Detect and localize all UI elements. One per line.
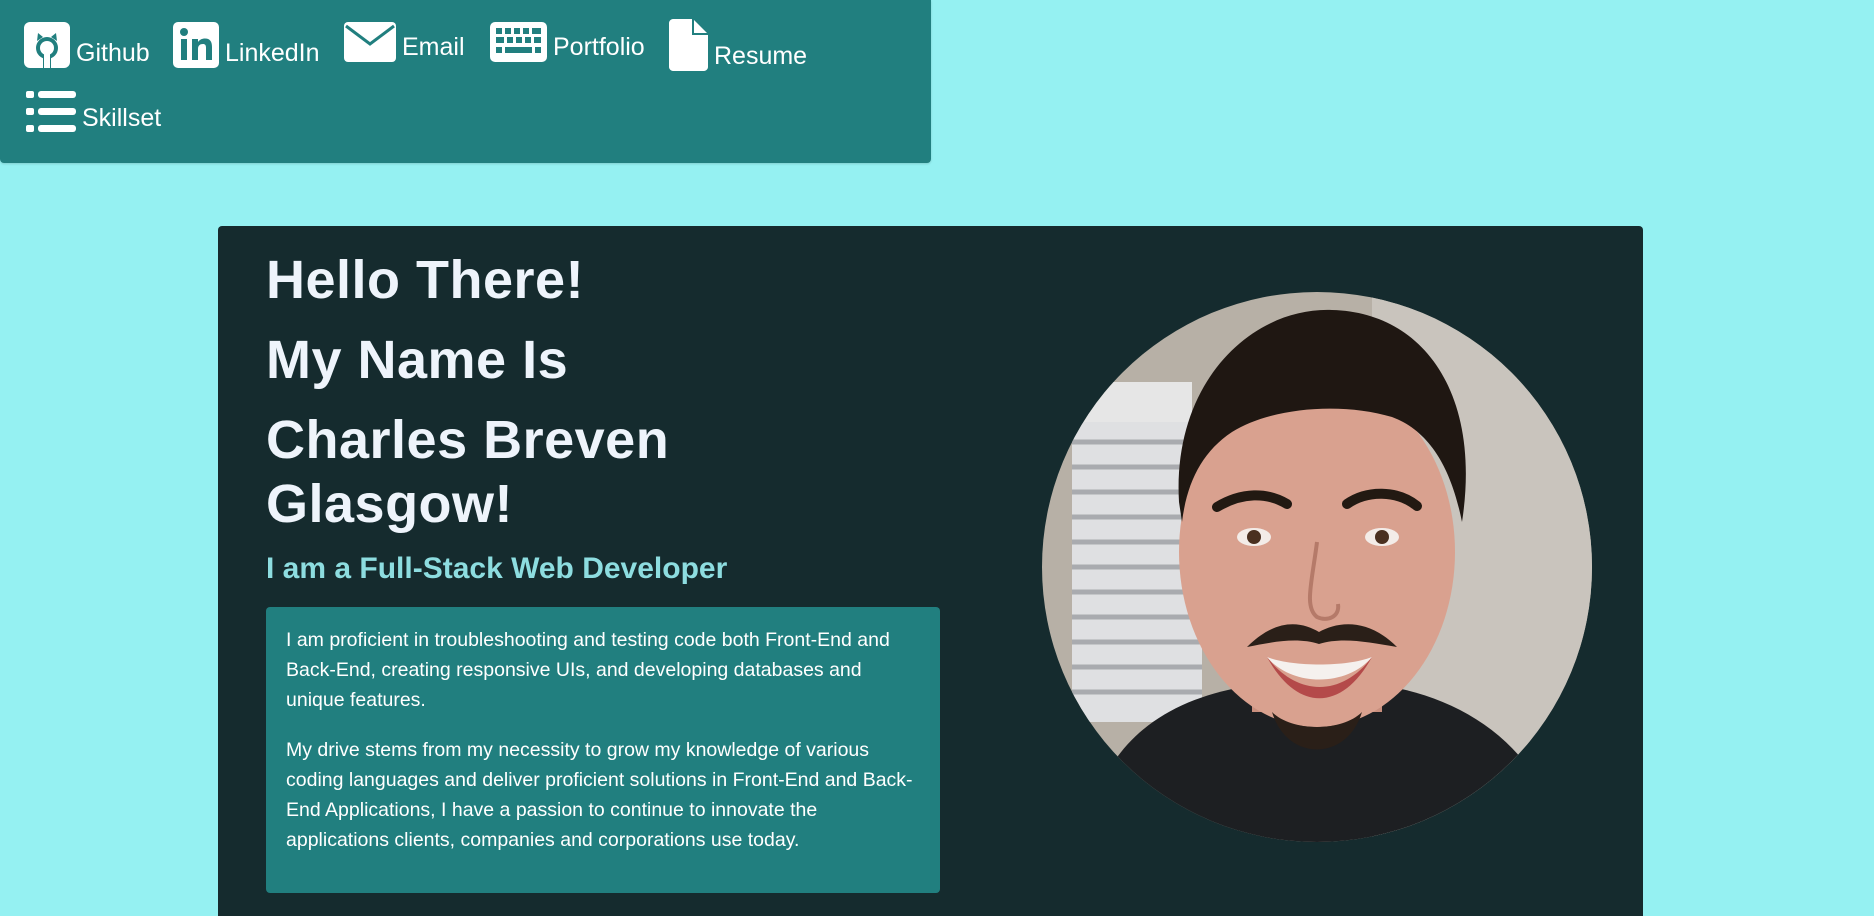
tagline: I am a Full-Stack Web Developer (266, 552, 728, 585)
list-icon (26, 91, 76, 133)
nav-link-github[interactable]: Github (24, 22, 150, 68)
nav-link-label: Skillset (82, 104, 162, 132)
github-icon (24, 22, 70, 68)
profile-photo (1042, 292, 1592, 842)
nav-link-email[interactable]: Email (344, 22, 465, 62)
nav-link-portfolio[interactable]: Portfolio (490, 22, 645, 62)
nav-link-skillset[interactable]: Skillset (26, 91, 161, 133)
nav-link-label: Email (402, 33, 465, 61)
hero-card: Hello There! My Name Is Charles Breven G… (218, 226, 1643, 916)
nav-link-resume[interactable]: Resume (669, 19, 807, 71)
bio-paragraph: I am proficient in troubleshooting and t… (286, 629, 890, 711)
envelope-icon (344, 22, 396, 62)
intro-heading: My Name Is (266, 330, 569, 390)
nav-link-label: Resume (714, 42, 808, 70)
bio-paragraph: My drive stems from my necessity to grow… (286, 739, 913, 851)
top-nav: Github LinkedIn Email Portfolio Resume S… (0, 0, 931, 163)
linkedin-icon (173, 22, 219, 68)
greeting-heading: Hello There! (266, 250, 585, 310)
file-icon (669, 19, 708, 71)
name-heading: Charles Breven Glasgow! (266, 410, 670, 534)
bio-box: I am proficient in troubleshooting and t… (266, 607, 940, 893)
nav-link-linkedin[interactable]: LinkedIn (173, 22, 320, 68)
nav-link-label: LinkedIn (225, 39, 320, 67)
nav-link-label: Portfolio (553, 33, 645, 61)
keyboard-icon (490, 22, 547, 62)
nav-link-label: Github (76, 39, 150, 67)
